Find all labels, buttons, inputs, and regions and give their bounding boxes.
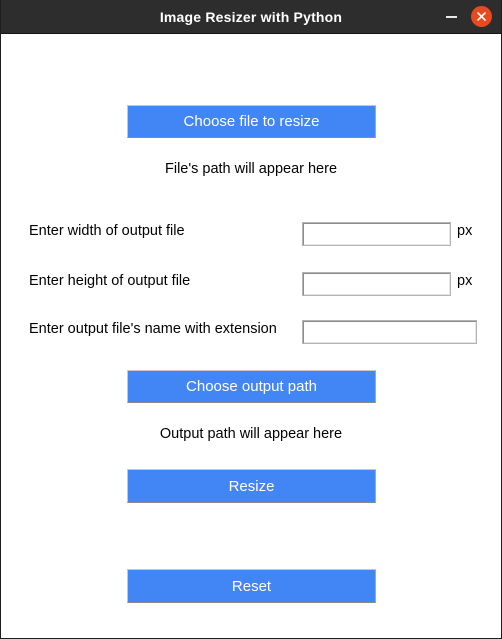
height-input[interactable]	[302, 272, 451, 296]
window-title: Image Resizer with Python	[159, 8, 343, 25]
width-input[interactable]	[302, 222, 451, 246]
minimize-icon[interactable]	[441, 7, 461, 27]
choose-file-button[interactable]: Choose file to resize	[127, 105, 376, 138]
output-path-status-label: Output path will appear here	[159, 426, 343, 442]
window-controls	[441, 0, 492, 33]
width-label: Enter width of output file	[29, 223, 185, 239]
resize-button[interactable]: Resize	[127, 469, 376, 503]
file-path-status-label: File's path will appear here	[164, 161, 338, 177]
close-glyph	[477, 12, 486, 21]
close-icon[interactable]	[471, 6, 492, 27]
minimize-glyph	[445, 15, 457, 18]
output-filename-input[interactable]	[302, 320, 477, 344]
title-bar: Image Resizer with Python	[1, 0, 501, 34]
reset-button[interactable]: Reset	[127, 569, 376, 603]
output-filename-label: Enter output file's name with extension	[29, 321, 277, 337]
height-label: Enter height of output file	[29, 273, 191, 289]
width-unit-label: px	[457, 223, 473, 239]
main-content: Choose file to resize File's path will a…	[1, 34, 501, 638]
app-window: Image Resizer with Python Choose file to…	[0, 0, 502, 639]
choose-output-path-button[interactable]: Choose output path	[127, 370, 376, 403]
height-unit-label: px	[457, 273, 473, 289]
